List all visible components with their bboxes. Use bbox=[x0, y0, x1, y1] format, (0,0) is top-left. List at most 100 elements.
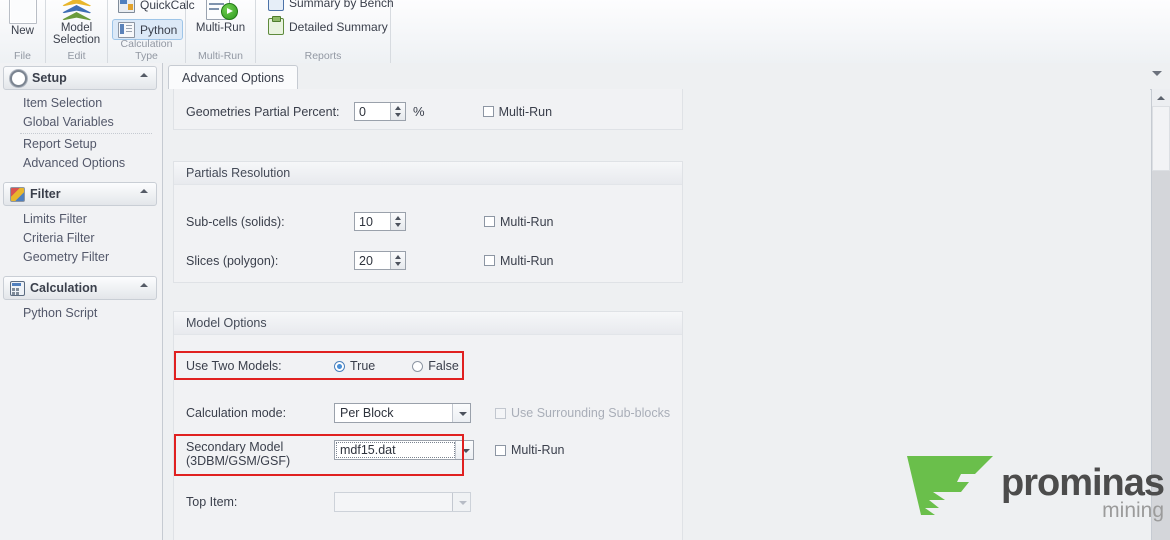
navigation-sidebar: Setup Item Selection Global Variables Re… bbox=[0, 63, 163, 540]
slices-stepper[interactable]: 20 bbox=[354, 251, 406, 270]
radio-dot bbox=[334, 360, 345, 372]
new-button[interactable]: New bbox=[0, 0, 52, 37]
detailed-summary-button[interactable]: Detailed Summary bbox=[262, 16, 394, 37]
stepper-buttons[interactable] bbox=[390, 103, 405, 120]
ribbon-group-edit: Model Selection Edit bbox=[46, 0, 108, 63]
use-two-models-radio-true[interactable]: True bbox=[334, 359, 375, 373]
use-surrounding-sub-blocks-checkbox: Use Surrounding Sub-blocks bbox=[495, 406, 670, 420]
sidebar-section-setup-label: Setup bbox=[32, 71, 67, 85]
checkbox-box bbox=[482, 106, 494, 117]
chevron-down-icon[interactable] bbox=[455, 441, 473, 459]
ribbon-group-calculation-type-name: Calculation Type bbox=[120, 38, 173, 62]
books-stack-icon bbox=[59, 0, 94, 21]
chevron-up-icon[interactable] bbox=[140, 73, 148, 77]
new-document-icon bbox=[8, 0, 37, 24]
sidebar-section-filter[interactable]: Filter bbox=[3, 182, 157, 206]
slices-row: Slices (polygon): 20 Multi-Run bbox=[186, 251, 554, 270]
calculation-mode-dropdown[interactable]: Per Block bbox=[334, 403, 471, 423]
prominas-wordmark: prominas mining bbox=[1001, 464, 1165, 522]
summary-by-bench-label: Summary by Bench bbox=[289, 0, 394, 10]
top-item-row: Top Item: bbox=[186, 492, 471, 512]
sidebar-section-filter-label: Filter bbox=[30, 187, 61, 201]
sidebar-item-geometry-filter[interactable]: Geometry Filter bbox=[0, 248, 162, 267]
ribbon-group-multi-run-name: Multi-Run bbox=[198, 50, 243, 62]
tab-strip: Advanced Options bbox=[163, 63, 1170, 90]
geometries-partial-percent-stepper[interactable]: 0 bbox=[354, 102, 406, 121]
model-selection-label: Model Selection bbox=[52, 22, 101, 46]
scrollbar-thumb[interactable] bbox=[1152, 106, 1170, 171]
sub-cells-row: Sub-cells (solids): 10 Multi-Run bbox=[186, 212, 554, 231]
use-two-models-label: Use Two Models: bbox=[186, 359, 282, 373]
chevron-down-icon[interactable] bbox=[452, 404, 470, 422]
clipboard-blue-icon bbox=[268, 0, 284, 11]
filter-icon bbox=[10, 186, 25, 202]
quickcalc-icon bbox=[118, 0, 135, 13]
sidebar-item-criteria-filter[interactable]: Criteria Filter bbox=[0, 229, 162, 248]
checkbox-label: Multi-Run bbox=[498, 104, 553, 119]
radio-dot bbox=[412, 360, 424, 372]
ribbon-group-calculation-type: QuickCalc Python Calculation Type bbox=[108, 0, 195, 63]
tab-advanced-options[interactable]: Advanced Options bbox=[168, 65, 299, 90]
checkbox-label: Multi-Run bbox=[500, 253, 554, 268]
secondary-model-multirun-checkbox[interactable]: Multi-Run bbox=[495, 443, 565, 457]
sidebar-section-setup[interactable]: Setup bbox=[3, 66, 157, 90]
geometries-partial-percent-label: Geometries Partial Percent: bbox=[186, 104, 340, 119]
chevron-down-icon[interactable] bbox=[1152, 71, 1162, 76]
secondary-model-dropdown[interactable]: mdf15.dat bbox=[334, 440, 474, 460]
multi-run-label: Multi-Run bbox=[195, 22, 246, 34]
stepper-buttons[interactable] bbox=[390, 252, 405, 269]
scroll-up-arrow[interactable] bbox=[1152, 89, 1170, 106]
calculation-mode-label: Calculation mode: bbox=[186, 406, 287, 420]
multi-run-button[interactable]: Multi-Run bbox=[186, 0, 256, 34]
partials-resolution-group: Partials Resolution Sub-cells (solids): … bbox=[173, 161, 683, 283]
sidebar-item-item-selection[interactable]: Item Selection bbox=[0, 94, 162, 113]
secondary-model-label: Secondary Model (3DBM/GSM/GSF) bbox=[186, 440, 334, 468]
sub-cells-multirun-checkbox[interactable]: Multi-Run bbox=[484, 215, 554, 229]
model-options-group: Model Options Use Two Models: True False… bbox=[173, 311, 683, 540]
sub-cells-label: Sub-cells (solids): bbox=[186, 214, 285, 229]
chevron-down-icon[interactable] bbox=[452, 493, 470, 511]
chevron-up-icon[interactable] bbox=[140, 189, 148, 193]
summary-by-bench-button[interactable]: Summary by Bench bbox=[262, 0, 400, 13]
checkbox-box bbox=[495, 444, 506, 456]
checkbox-label: Multi-Run bbox=[511, 443, 565, 457]
sidebar-section-calculation-label: Calculation bbox=[30, 281, 98, 295]
sidebar-item-report-setup[interactable]: Report Setup bbox=[0, 135, 162, 154]
new-button-label: New bbox=[10, 25, 34, 37]
detailed-summary-label: Detailed Summary bbox=[289, 19, 388, 34]
top-item-label: Top Item: bbox=[186, 495, 238, 509]
ribbon-group-file: New File bbox=[0, 0, 46, 63]
chevron-up-icon[interactable] bbox=[140, 283, 148, 287]
geometries-partial-percent-multirun-checkbox[interactable]: Multi-Run bbox=[482, 104, 553, 119]
secondary-model-row: Secondary Model (3DBM/GSM/GSF) mdf15.dat… bbox=[186, 440, 565, 468]
application-window: New File Model Selection Edit QuickCalc … bbox=[0, 0, 1170, 540]
slices-multirun-checkbox[interactable]: Multi-Run bbox=[484, 254, 554, 268]
checkbox-box bbox=[484, 255, 495, 266]
sidebar-item-advanced-options[interactable]: Advanced Options bbox=[0, 154, 162, 173]
secondary-model-label-line1: Secondary Model bbox=[186, 440, 284, 454]
clipboard-green-icon bbox=[268, 16, 284, 35]
geometries-group: Geometries Partial Percent: 0 % Multi-Ru… bbox=[173, 89, 683, 130]
sidebar-item-global-variables[interactable]: Global Variables bbox=[0, 113, 162, 132]
radio-label: False bbox=[428, 359, 459, 373]
multi-run-play-icon bbox=[204, 0, 238, 21]
gear-icon bbox=[10, 69, 27, 87]
ribbon-group-reports: Summary by Bench Detailed Summary Report… bbox=[256, 0, 394, 63]
sub-cells-value: 10 bbox=[359, 214, 373, 229]
python-button[interactable]: Python bbox=[112, 19, 184, 40]
top-item-dropdown[interactable] bbox=[334, 492, 471, 512]
secondary-model-label-line2: (3DBM/GSM/GSF) bbox=[186, 454, 291, 468]
calculation-mode-value: Per Block bbox=[340, 406, 394, 420]
stepper-buttons[interactable] bbox=[390, 213, 405, 230]
ribbon-group-reports-name: Reports bbox=[304, 50, 342, 62]
geometries-partial-percent-value: 0 bbox=[359, 104, 366, 119]
sidebar-section-calculation[interactable]: Calculation bbox=[3, 276, 157, 300]
sub-cells-stepper[interactable]: 10 bbox=[354, 212, 406, 231]
model-selection-button[interactable]: Model Selection bbox=[46, 0, 108, 46]
use-two-models-radio-false[interactable]: False bbox=[412, 359, 459, 373]
model-options-header: Model Options bbox=[174, 312, 682, 335]
slices-label: Slices (polygon): bbox=[186, 253, 279, 268]
sidebar-item-limits-filter[interactable]: Limits Filter bbox=[0, 210, 162, 229]
ribbon-group-file-name: File bbox=[14, 50, 31, 62]
sidebar-item-python-script[interactable]: Python Script bbox=[0, 304, 162, 323]
